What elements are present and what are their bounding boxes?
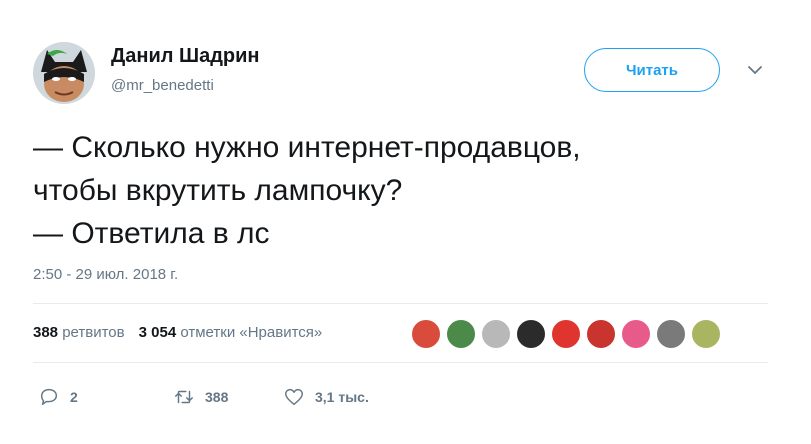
- retweet-icon: [175, 390, 193, 404]
- chevron-down-icon[interactable]: [745, 62, 765, 78]
- author-handle[interactable]: @mr_benedetti: [111, 77, 214, 94]
- heart-icon: [285, 388, 303, 406]
- liker-avatar-3[interactable]: [481, 319, 511, 349]
- retweet-count: 388: [205, 389, 229, 405]
- liker-avatar-7[interactable]: [621, 319, 651, 349]
- like-button[interactable]: 3,1 тыс.: [283, 386, 369, 408]
- tweet-line: — Сколько нужно интернет-продавцов,: [33, 131, 581, 164]
- divider: [33, 362, 768, 363]
- liker-avatar-2[interactable]: [446, 319, 476, 349]
- reply-icon: [40, 388, 58, 406]
- retweet-button[interactable]: 388: [173, 386, 281, 408]
- liker-avatar-4[interactable]: [516, 319, 546, 349]
- like-count: 3,1 тыс.: [315, 389, 369, 405]
- liker-avatar-1[interactable]: [411, 319, 441, 349]
- batman-avatar-icon: [33, 42, 95, 104]
- liker-avatar-8[interactable]: [656, 319, 686, 349]
- reply-button[interactable]: 2: [38, 386, 123, 408]
- author-name[interactable]: Данил Шадрин: [111, 45, 260, 68]
- tweet-timestamp[interactable]: 2:50 - 29 июл. 2018 г.: [33, 266, 178, 283]
- tweet-actions: 2 388 3,1 тыс.: [38, 386, 369, 408]
- liker-avatar-5[interactable]: [551, 319, 581, 349]
- follow-button[interactable]: Читать: [584, 48, 720, 92]
- liker-avatar-9[interactable]: [691, 319, 721, 349]
- retweets-label: ретвитов: [62, 324, 125, 341]
- tweet-line: чтобы вкрутить лампочку?: [33, 174, 403, 207]
- retweets-stat[interactable]: 388 ретвитов: [33, 324, 125, 341]
- author-avatar[interactable]: [33, 42, 95, 104]
- likes-stat[interactable]: 3 054 отметки «Нравится»: [139, 324, 323, 341]
- reply-count: 2: [70, 389, 78, 405]
- likers-avatars: [411, 316, 726, 352]
- retweets-count: 388: [33, 324, 59, 341]
- tweet-stats: 388 ретвитов 3 054 отметки «Нравится»: [33, 324, 322, 341]
- likes-label: отметки «Нравится»: [180, 324, 323, 341]
- likes-count: 3 054: [138, 324, 177, 341]
- liker-avatar-6[interactable]: [586, 319, 616, 349]
- tweet-line: — Ответила в лс: [33, 217, 270, 250]
- divider: [33, 303, 768, 304]
- tweet-text: — Сколько нужно интернет-продавцов, чтоб…: [33, 126, 733, 255]
